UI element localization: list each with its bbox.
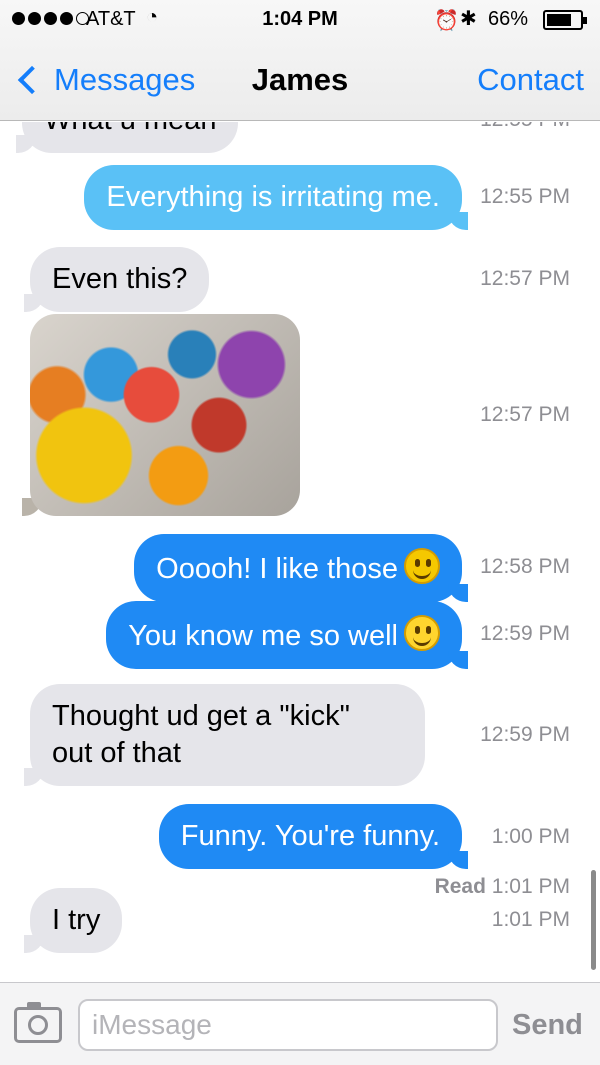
message-timestamp: 12:59 PM bbox=[480, 723, 570, 746]
message-bubble-incoming[interactable]: I try bbox=[23, 888, 123, 953]
message-text-line: Thought ud get a "kick" bbox=[52, 700, 350, 732]
message-text: Everything is irritating me. bbox=[106, 181, 440, 213]
message-text: What u mean bbox=[44, 122, 216, 136]
blush-emoji-icon bbox=[404, 615, 440, 651]
message-bubble-incoming[interactable]: Even this? bbox=[23, 247, 210, 312]
send-button[interactable]: Send bbox=[512, 1009, 583, 1042]
camera-icon[interactable] bbox=[14, 1002, 62, 1043]
contact-button[interactable]: Contact bbox=[477, 62, 584, 98]
read-receipt: Read 1:01 PM bbox=[435, 875, 570, 899]
imessage-input[interactable] bbox=[78, 999, 498, 1051]
message-bubble-outgoing[interactable]: Funny. You're funny. bbox=[158, 804, 469, 869]
top-bar: AT&T ◔ 1:04 PM ⏰ ✱ 66% Messages James Co… bbox=[0, 0, 600, 121]
message-bubble-outgoing[interactable]: You know me so well bbox=[106, 601, 468, 669]
message-bubble-incoming[interactable]: What u mean bbox=[15, 122, 239, 153]
bluetooth-icon: ✱ bbox=[460, 8, 477, 30]
message-text: I try bbox=[52, 904, 101, 936]
message-bubble-incoming[interactable]: Thought ud get a "kick" out of that bbox=[24, 684, 425, 786]
message-text: Ooooh! I like those bbox=[156, 553, 398, 585]
smiley-emoji-icon bbox=[404, 548, 440, 584]
message-text-line: out of that bbox=[52, 737, 181, 769]
message-text: Even this? bbox=[52, 263, 188, 295]
photo-attachment[interactable] bbox=[30, 314, 300, 516]
compose-bar: Send bbox=[0, 982, 600, 1065]
message-timestamp: 1:01 PM bbox=[491, 908, 570, 931]
message-timestamp: 12:55 PM bbox=[480, 185, 570, 208]
battery-icon bbox=[543, 10, 587, 30]
read-receipt-time: 1:01 PM bbox=[491, 875, 570, 898]
message-list[interactable]: What u mean 12:55 PM Everything is irrit… bbox=[0, 122, 600, 982]
message-timestamp: 12:57 PM bbox=[480, 267, 570, 290]
message-timestamp: 12:55 PM bbox=[480, 122, 570, 132]
message-text: Funny. You're funny. bbox=[180, 820, 440, 852]
message-timestamp: 12:57 PM bbox=[480, 403, 570, 426]
battery-percent: 66% bbox=[488, 8, 529, 30]
scrollbar[interactable] bbox=[591, 870, 596, 970]
message-bubble-outgoing[interactable]: Everything is irritating me. bbox=[84, 165, 468, 230]
message-timestamp: 12:58 PM bbox=[480, 555, 570, 578]
message-timestamp: 1:00 PM bbox=[491, 825, 570, 848]
message-timestamp: 12:59 PM bbox=[480, 622, 570, 645]
alarm-icon: ⏰ bbox=[434, 10, 459, 32]
message-bubble-outgoing[interactable]: Ooooh! I like those bbox=[134, 534, 468, 602]
read-receipt-label: Read bbox=[434, 875, 486, 898]
message-text: You know me so well bbox=[128, 620, 398, 652]
status-bar: AT&T ◔ 1:04 PM ⏰ ✱ 66% bbox=[0, 0, 600, 40]
